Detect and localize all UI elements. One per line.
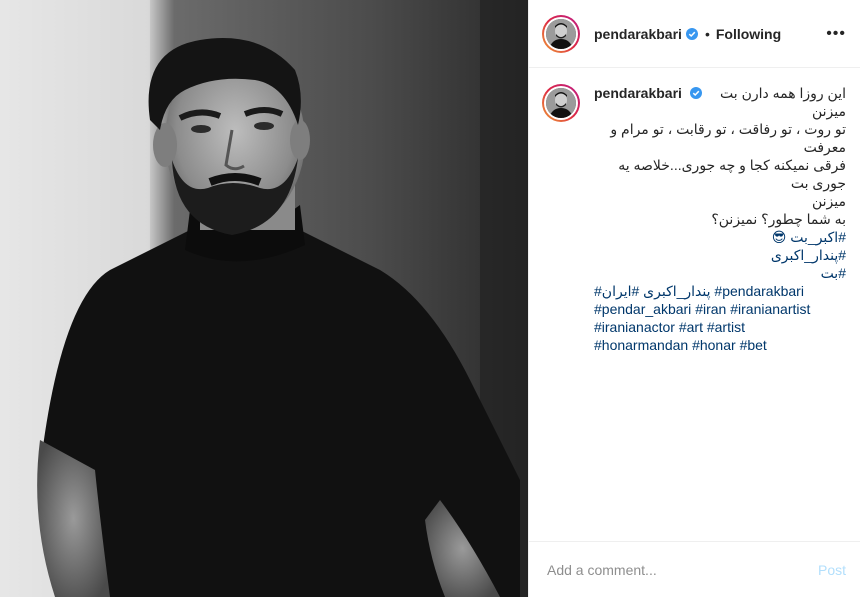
hashtag-link[interactable]: #بت — [594, 264, 846, 282]
post-photo[interactable] — [0, 0, 528, 597]
caption-line: تو روت ، تو رفاقت ، تو رقابت ، تو مرام و… — [610, 121, 846, 155]
hashtag-line: #honarmandan #honar #bet — [594, 336, 846, 354]
post-comment-button[interactable]: Post — [818, 562, 846, 578]
caption-line: به شما چطور؟ نمیزنن؟ — [711, 211, 846, 227]
hashtag-line: #iranianactor #art #artist — [594, 318, 846, 336]
hashtag-link[interactable]: #honar — [692, 337, 736, 353]
hashtag-link[interactable]: #iranianactor — [594, 319, 675, 335]
add-comment-input[interactable] — [545, 560, 818, 579]
caption-verified-badge-icon — [689, 87, 702, 99]
post-sidebar: pendarakbari • Following ••• pendarakbar… — [528, 0, 860, 597]
caption-avatar[interactable] — [546, 88, 576, 118]
caption-first-line: pendarakbari این روزا همه دارن بت میزنن — [594, 84, 846, 120]
caption-avatar-frame — [544, 86, 578, 120]
post-header: pendarakbari • Following ••• — [529, 0, 860, 68]
hashtag-link[interactable]: #art — [679, 319, 703, 335]
caption-line: میزنن — [811, 193, 846, 209]
separator-dot: • — [704, 25, 710, 42]
caption-story-ring[interactable] — [542, 84, 580, 122]
caption-line: این روزا همه دارن بت میزنن — [720, 85, 846, 119]
caption-line: فرقی نمیکنه کجا و چه جوری...خلاصه یه جور… — [618, 157, 846, 191]
story-ring[interactable] — [542, 14, 580, 53]
hashtag-link[interactable]: #iran — [695, 301, 726, 317]
portrait-image — [0, 0, 528, 597]
verified-badge-icon — [685, 27, 698, 40]
hashtag-link[interactable]: #pendar_akbari — [594, 301, 691, 317]
hashtag-link[interactable]: #iranianartist — [730, 301, 810, 317]
caption-text: pendarakbari این روزا همه دارن بت میزنن … — [594, 84, 846, 354]
hashtag-link[interactable]: #bet — [740, 337, 767, 353]
post-modal: pendarakbari • Following ••• pendarakbar… — [0, 0, 860, 597]
hashtag-link[interactable]: #artist — [707, 319, 745, 335]
hashtag-link[interactable]: #ایران — [602, 283, 639, 299]
hashtag-link[interactable]: #اکبر_بت 😎 — [594, 228, 846, 246]
hashtag-link[interactable]: #pendarakbari — [714, 283, 804, 299]
hashtag-link[interactable]: #پندار_اکبری — [594, 246, 846, 264]
avatar-image — [546, 18, 576, 49]
caption-username-wrap: pendarakbari — [594, 84, 702, 102]
hashtag-line: #pendar_akbari #iran #iranianartist — [594, 300, 846, 318]
hashtag-link[interactable]: #honarmandan — [594, 337, 688, 353]
caption-username[interactable]: pendarakbari — [594, 85, 682, 101]
add-comment-bar: Post — [529, 541, 860, 597]
more-horizontal-icon[interactable]: ••• — [826, 25, 846, 41]
caption-comment: pendarakbari این روزا همه دارن بت میزنن … — [529, 68, 860, 354]
caption-avatar-image — [546, 88, 576, 118]
following-button[interactable]: Following — [716, 26, 781, 42]
hashtag-line: #پندار_اکبری #ایران #pendarakbari — [594, 282, 846, 300]
post-username[interactable]: pendarakbari — [594, 26, 682, 42]
avatar-frame — [544, 16, 578, 51]
avatar[interactable] — [546, 18, 576, 49]
